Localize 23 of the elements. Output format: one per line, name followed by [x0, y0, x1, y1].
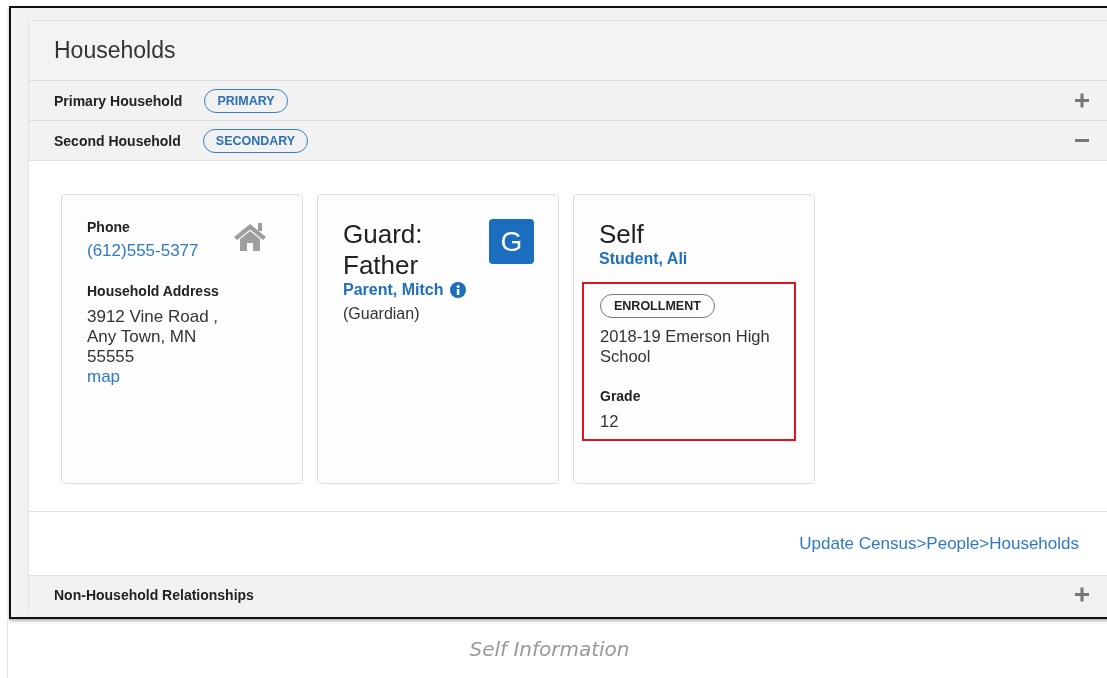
person-link[interactable]: Student, Ali [599, 250, 688, 268]
field-label: Grade [600, 388, 642, 404]
household-name: Second Household [54, 132, 181, 149]
address-text: 3912 Vine Road , Any Town, MN 55555 [87, 307, 220, 367]
field-label: Phone [87, 219, 131, 235]
enrollment-text: 2018-19 Emerson High School [600, 326, 771, 366]
relationship-title: Guard: Father [343, 219, 423, 281]
field-label: Household Address [87, 283, 220, 299]
expand-icon[interactable] [1075, 93, 1089, 108]
panel-title: Households [54, 37, 176, 64]
household-name: Primary Household [54, 92, 183, 109]
role-text: (Guardian) [343, 305, 421, 323]
figure-caption: Self Information [469, 637, 630, 661]
person-link[interactable]: Parent, Mitch [343, 281, 444, 299]
info-icon [450, 282, 467, 298]
phone-link[interactable]: (612)555-5377 [87, 241, 199, 261]
map-link[interactable]: map [87, 367, 121, 387]
relationships-name: Non-Household Relationships [54, 586, 254, 603]
avatar-letter: G [489, 219, 534, 264]
relationship-title: Self [599, 219, 645, 250]
expand-icon[interactable] [1075, 587, 1089, 602]
grade-value: 12 [600, 412, 620, 431]
update-link[interactable]: Update Census>People>Households [799, 533, 1079, 554]
